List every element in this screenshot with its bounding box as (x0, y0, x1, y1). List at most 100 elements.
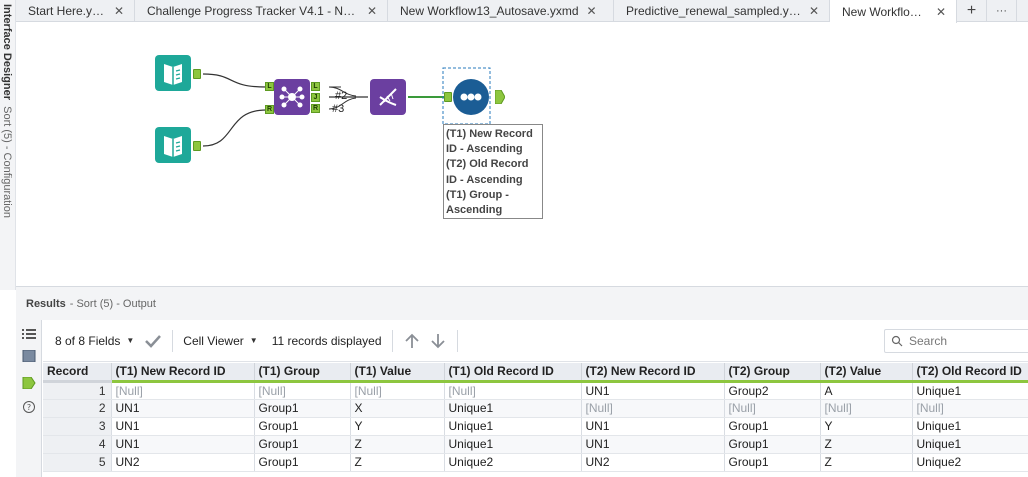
table-cell[interactable]: Z (350, 453, 445, 472)
table-row[interactable]: 3 UN1 Group1 Y Unique1 UN1 Group1 Y Uniq… (43, 417, 1028, 436)
input-data-tool-2[interactable] (155, 127, 191, 163)
tab-new-workflow7[interactable]: New Workflow7* ✕ (830, 0, 957, 23)
table-cell[interactable]: [Null] (724, 399, 821, 418)
join-tool[interactable] (274, 79, 310, 115)
table-cell[interactable]: [Null] (350, 381, 445, 400)
table-cell[interactable]: X (350, 399, 445, 418)
join-icon (279, 86, 305, 108)
tab-predictive-renewal[interactable]: Predictive_renewal_sampled.yxmd* ✕ (614, 0, 830, 22)
select-tool[interactable] (370, 79, 406, 115)
table-cell[interactable]: UN1 (111, 399, 255, 418)
more-tabs-button[interactable]: ··· (987, 0, 1017, 22)
table-cell[interactable]: Group1 (254, 417, 351, 436)
table-cell[interactable]: [Null] (581, 399, 725, 418)
cell-viewer-dropdown[interactable]: Cell Viewer ▼ (183, 334, 257, 348)
table-cell[interactable]: [Null] (111, 381, 255, 400)
table-cell[interactable]: Z (820, 453, 913, 472)
fields-dropdown[interactable]: 8 of 8 Fields ▼ (55, 334, 134, 348)
table-cell[interactable]: Unique2 (912, 453, 1028, 472)
table-row[interactable]: 1 [Null] [Null] [Null] [Null] UN1 Group2… (43, 381, 1028, 400)
add-tab-button[interactable]: + (957, 0, 987, 22)
table-cell[interactable]: UN1 (581, 435, 725, 454)
results-subtitle: - Sort (5) - Output (69, 297, 156, 310)
close-icon[interactable]: ✕ (587, 4, 597, 18)
sort-tool[interactable] (453, 79, 489, 115)
search-input[interactable]: Search (884, 329, 1028, 353)
table-cell[interactable]: UN2 (111, 453, 255, 472)
table-cell[interactable]: Unique2 (444, 453, 582, 472)
results-table: Record (T1) New Record ID (T1) Group (T1… (43, 363, 1028, 472)
column-header[interactable]: (T2) Old Record ID (912, 363, 1028, 383)
table-cell[interactable]: UN1 (111, 417, 255, 436)
join-l-output-anchor[interactable]: L (311, 82, 320, 91)
left-panel-strip[interactable]: Interface Designer Sort (5) - Configurat… (0, 0, 16, 290)
results-header: Results - Sort (5) - Output (16, 286, 1028, 320)
column-header[interactable]: (T1) Value (350, 363, 445, 383)
tab-new-workflow13[interactable]: New Workflow13_Autosave.yxmd ✕ (388, 0, 614, 22)
table-cell[interactable]: UN2 (581, 453, 725, 472)
close-icon[interactable]: ✕ (809, 4, 819, 18)
output-anchor-icon[interactable] (22, 377, 36, 389)
table-cell[interactable]: Unique1 (912, 435, 1028, 454)
column-header[interactable]: Record (43, 363, 112, 383)
output-anchor[interactable] (193, 141, 201, 151)
tab-start-here[interactable]: Start Here.yxmd ✕ (16, 0, 135, 22)
table-cell[interactable]: Y (820, 417, 913, 436)
arrow-down-icon[interactable] (429, 333, 447, 349)
column-header[interactable]: (T2) Value (820, 363, 913, 383)
tab-challenge-progress[interactable]: Challenge Progress Tracker V4.1 - No che… (135, 0, 388, 22)
join-j-output-anchor[interactable]: J (311, 93, 320, 102)
column-header[interactable]: (T1) Old Record ID (444, 363, 582, 383)
sort-output-anchor[interactable] (495, 90, 505, 104)
join-left-input-anchor[interactable]: L (265, 82, 274, 91)
column-header[interactable]: (T2) Group (724, 363, 821, 383)
column-header[interactable]: (T1) Group (254, 363, 351, 383)
input-data-tool-1[interactable] (155, 55, 191, 91)
table-cell[interactable]: A (820, 381, 913, 400)
table-cell[interactable]: Group1 (254, 453, 351, 472)
table-cell[interactable]: Group1 (254, 399, 351, 418)
join-right-input-anchor[interactable]: R (265, 105, 274, 114)
column-header[interactable]: (T1) New Record ID (111, 363, 255, 383)
arrow-up-icon[interactable] (403, 333, 421, 349)
close-icon[interactable]: ✕ (367, 4, 377, 18)
sort-input-anchor[interactable] (444, 92, 452, 102)
close-icon[interactable]: ✕ (936, 5, 946, 19)
close-icon[interactable]: ✕ (114, 4, 124, 18)
output-anchor[interactable] (193, 69, 201, 79)
table-cell[interactable]: [Null] (820, 399, 913, 418)
table-cell[interactable]: Group1 (724, 453, 821, 472)
table-cell[interactable]: Z (820, 435, 913, 454)
workflow-canvas[interactable]: L R L J R #2 #3 (T1) New Record ID - Asc… (16, 23, 1028, 285)
svg-text:?: ? (27, 403, 31, 412)
table-cell[interactable]: Unique1 (912, 381, 1028, 400)
table-row[interactable]: 5 UN2 Group1 Z Unique2 UN2 Group1 Z Uniq… (43, 453, 1028, 472)
table-cell[interactable]: [Null] (254, 381, 351, 400)
table-cell[interactable]: UN1 (581, 417, 725, 436)
list-icon[interactable] (22, 328, 36, 340)
table-cell[interactable]: [Null] (444, 381, 582, 400)
help-icon[interactable]: ? (22, 401, 36, 413)
search-placeholder: Search (909, 334, 948, 348)
table-cell[interactable]: Unique1 (444, 417, 582, 436)
table-icon[interactable] (22, 350, 36, 362)
table-cell[interactable]: UN1 (111, 435, 255, 454)
table-cell[interactable]: Unique1 (444, 399, 582, 418)
table-row[interactable]: 4 UN1 Group1 Z Unique1 UN1 Group1 Z Uniq… (43, 435, 1028, 454)
divider (456, 329, 458, 352)
table-cell[interactable]: Group1 (724, 417, 821, 436)
table-cell[interactable]: Group1 (254, 435, 351, 454)
table-cell[interactable]: [Null] (912, 399, 1028, 418)
checkmark-icon[interactable] (144, 334, 162, 348)
table-cell[interactable]: Unique1 (444, 435, 582, 454)
table-cell[interactable]: Group2 (724, 381, 821, 400)
table-cell[interactable]: Unique1 (912, 417, 1028, 436)
table-cell[interactable]: Group1 (724, 435, 821, 454)
table-row[interactable]: 2 UN1 Group1 X Unique1 [Null] [Null] [Nu… (43, 399, 1028, 418)
column-header[interactable]: (T2) New Record ID (581, 363, 725, 383)
join-r-output-anchor[interactable]: R (311, 104, 320, 113)
table-cell[interactable]: Z (350, 435, 445, 454)
table-cell[interactable]: UN1 (581, 381, 725, 400)
table-cell[interactable]: Y (350, 417, 445, 436)
record-number: 3 (43, 417, 112, 436)
